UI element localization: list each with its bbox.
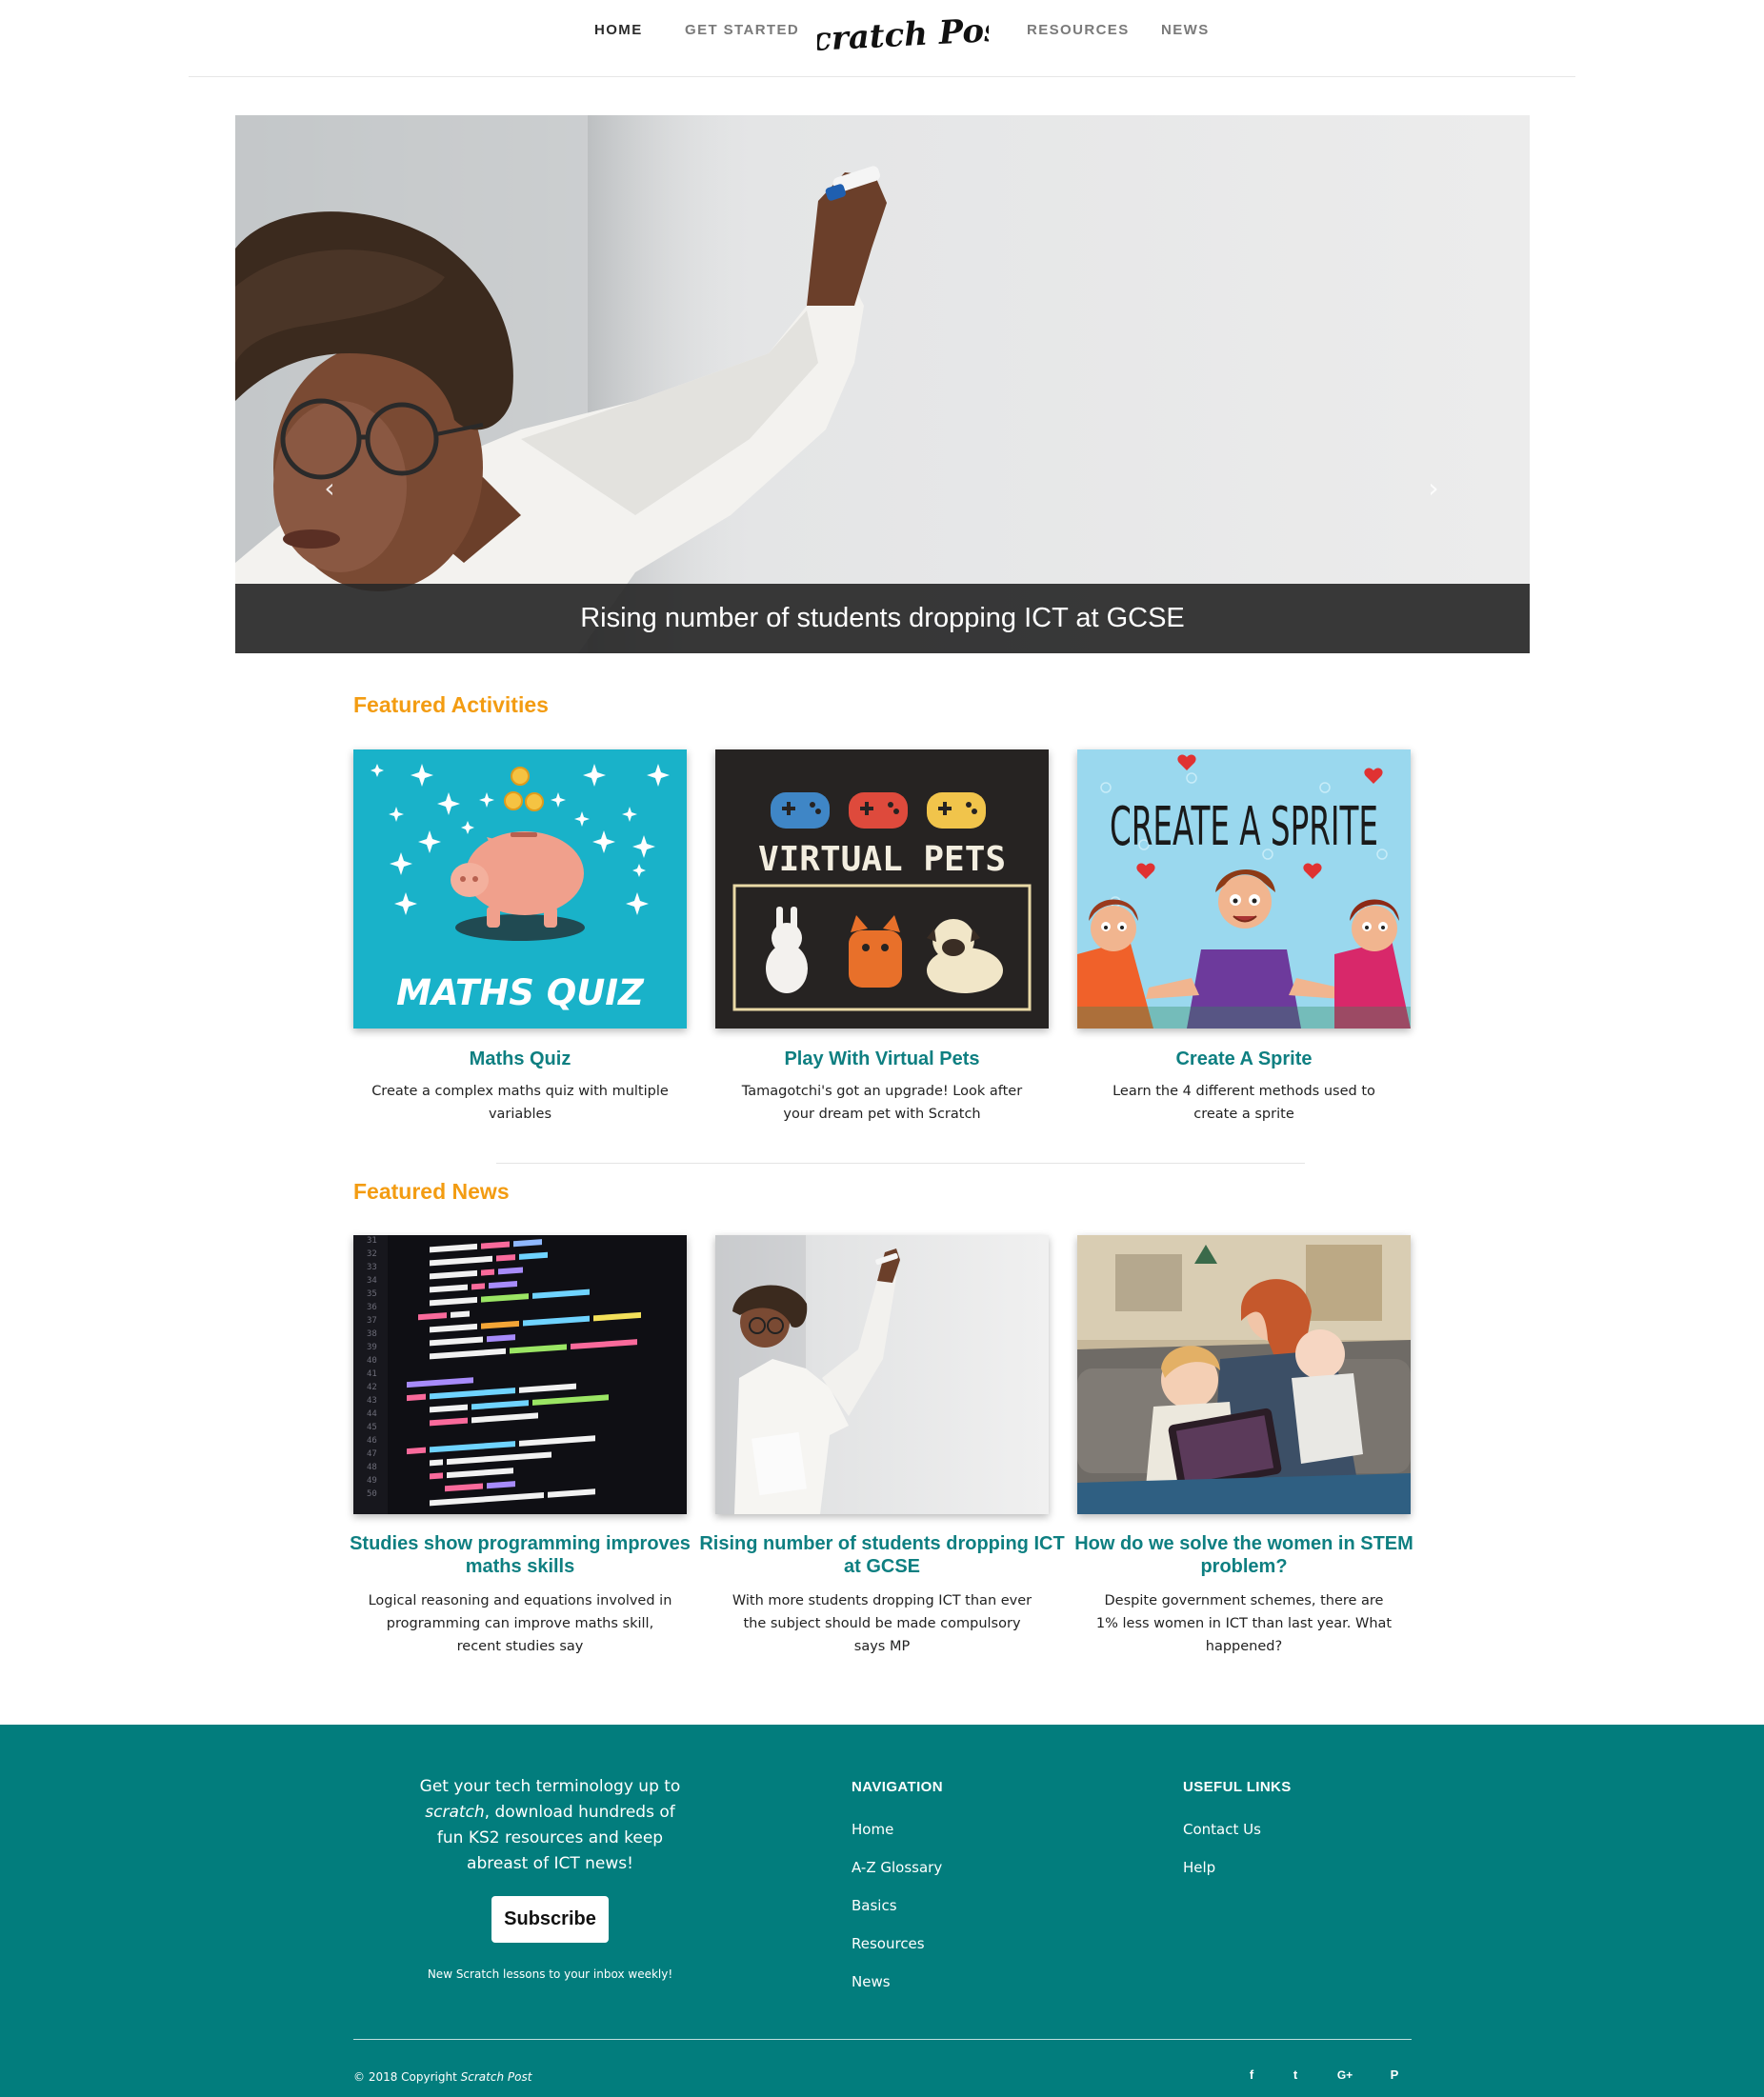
news-description: Despite government schemes, there are 1%…: [1095, 1593, 1393, 1654]
svg-text:VIRTUAL PETS: VIRTUAL PETS: [758, 840, 1006, 879]
nav-get-started-link[interactable]: GET STARTED: [685, 22, 799, 38]
svg-text:39: 39: [367, 1343, 377, 1352]
svg-text:31: 31: [367, 1236, 377, 1246]
nav-resources-link[interactable]: RESOURCES: [1027, 22, 1130, 38]
google-plus-icon[interactable]: G+: [1333, 2064, 1356, 2087]
site-footer: Get your tech terminology up to scratch,…: [0, 1725, 1764, 2097]
footer-navigation-heading: NAVIGATION: [852, 1779, 943, 1795]
activity-title[interactable]: Create A Sprite: [1058, 1048, 1430, 1070]
footer-blurb-line: scratch, download hundreds of: [410, 1800, 691, 1826]
svg-text:Scratch Post: Scratch Post: [817, 10, 989, 61]
svg-text:33: 33: [367, 1263, 377, 1272]
footer-blurb: Get your tech terminology up to scratch,…: [410, 1774, 691, 1877]
svg-text:48: 48: [367, 1463, 377, 1472]
svg-text:46: 46: [367, 1436, 377, 1446]
nav-home-link[interactable]: HOME: [594, 22, 643, 38]
footer-link-glossary[interactable]: A-Z Glossary: [852, 1859, 942, 1876]
twitter-icon[interactable]: t: [1284, 2064, 1307, 2087]
footer-divider: [353, 2039, 1412, 2040]
svg-text:42: 42: [367, 1383, 377, 1392]
subscribe-button[interactable]: Subscribe: [491, 1896, 609, 1943]
news-title[interactable]: Rising number of students dropping ICT a…: [696, 1532, 1068, 1578]
maths-quiz-image[interactable]: MATHS QUIZ: [353, 749, 687, 1029]
svg-text:MATHS QUIZ: MATHS QUIZ: [396, 972, 645, 1013]
footer-blurb-text: , download hundreds of: [484, 1803, 675, 1822]
svg-text:50: 50: [367, 1489, 377, 1499]
code-screen-image[interactable]: 31 32 33 34 35 36 37 38 39 40 41 42 43 44 45 46 47 48…: [353, 1235, 687, 1514]
activity-title[interactable]: Play With Virtual Pets: [696, 1048, 1068, 1070]
section-divider: [496, 1163, 1305, 1164]
facebook-icon[interactable]: f: [1240, 2064, 1263, 2087]
svg-text:43: 43: [367, 1396, 377, 1406]
family-tablet-image[interactable]: [1077, 1235, 1411, 1514]
activity-description: Create a complex maths quiz with multipl…: [371, 1084, 669, 1122]
footer-blurb-line: Get your tech terminology up to: [419, 1777, 681, 1796]
footer-blurb-line: abreast of ICT news!: [467, 1854, 633, 1873]
footer-blurb-emphasis: scratch: [425, 1803, 485, 1822]
hero-caption[interactable]: Rising number of students dropping ICT a…: [235, 584, 1530, 653]
create-a-sprite-image[interactable]: CREATE A SPRITE: [1077, 749, 1411, 1029]
nav-divider: [189, 76, 1575, 77]
subscribe-note: New Scratch lessons to your inbox weekly…: [427, 1967, 673, 1981]
svg-text:32: 32: [367, 1249, 377, 1259]
svg-text:35: 35: [367, 1289, 377, 1299]
footer-link-resources[interactable]: Resources: [852, 1935, 925, 1952]
chevron-right-icon[interactable]: ›: [1419, 469, 1448, 508]
pinterest-icon[interactable]: P: [1383, 2064, 1406, 2087]
svg-text:49: 49: [367, 1476, 377, 1486]
activity-title[interactable]: Maths Quiz: [334, 1048, 706, 1070]
svg-text:37: 37: [367, 1316, 377, 1326]
copyright-brand: Scratch Post: [460, 2070, 532, 2084]
svg-text:36: 36: [367, 1303, 377, 1312]
svg-text:41: 41: [367, 1369, 377, 1379]
svg-text:45: 45: [367, 1423, 377, 1432]
top-navigation: HOME GET STARTED Scratch Post RESOURCES …: [0, 0, 1764, 77]
svg-text:38: 38: [367, 1329, 377, 1339]
svg-text:40: 40: [367, 1356, 377, 1366]
virtual-pets-image[interactable]: VIRTUAL PETS: [715, 749, 1049, 1029]
nav-news-link[interactable]: NEWS: [1161, 22, 1210, 38]
news-title[interactable]: Studies show programming improves maths …: [334, 1532, 706, 1578]
hero-image: [235, 115, 1530, 653]
footer-link-contact-us[interactable]: Contact Us: [1183, 1821, 1261, 1838]
footer-link-help[interactable]: Help: [1183, 1859, 1215, 1876]
footer-link-basics[interactable]: Basics: [852, 1897, 897, 1914]
svg-text:34: 34: [367, 1276, 377, 1286]
chevron-left-icon[interactable]: ‹: [315, 469, 344, 508]
featured-activities-heading: Featured Activities: [353, 692, 549, 717]
activity-description: Tamagotchi's got an upgrade! Look after …: [741, 1084, 1023, 1122]
news-description: With more students dropping ICT than eve…: [732, 1593, 1032, 1654]
footer-useful-links-heading: USEFUL LINKS: [1183, 1779, 1292, 1795]
scratch-post-logo[interactable]: Scratch Post: [817, 6, 989, 63]
copyright: © 2018 Copyright Scratch Post: [353, 2070, 531, 2084]
news-description: Logical reasoning and equations involved…: [368, 1593, 672, 1654]
featured-news-heading: Featured News: [353, 1179, 510, 1204]
footer-link-news[interactable]: News: [852, 1973, 891, 1990]
footer-blurb-line: fun KS2 resources and keep: [436, 1828, 664, 1847]
teacher-whiteboard-image[interactable]: [715, 1235, 1049, 1514]
svg-text:44: 44: [367, 1409, 377, 1419]
activity-description: Learn the 4 different methods used to cr…: [1113, 1084, 1375, 1122]
hero-carousel[interactable]: ‹ › Rising number of students dropping I…: [235, 115, 1530, 653]
svg-text:47: 47: [367, 1449, 377, 1459]
footer-link-home[interactable]: Home: [852, 1821, 893, 1838]
copyright-text: © 2018 Copyright: [353, 2070, 457, 2084]
svg-text:CREATE A SPRITE: CREATE A SPRITE: [1110, 796, 1378, 858]
news-title[interactable]: How do we solve the women in STEM proble…: [1058, 1532, 1430, 1578]
